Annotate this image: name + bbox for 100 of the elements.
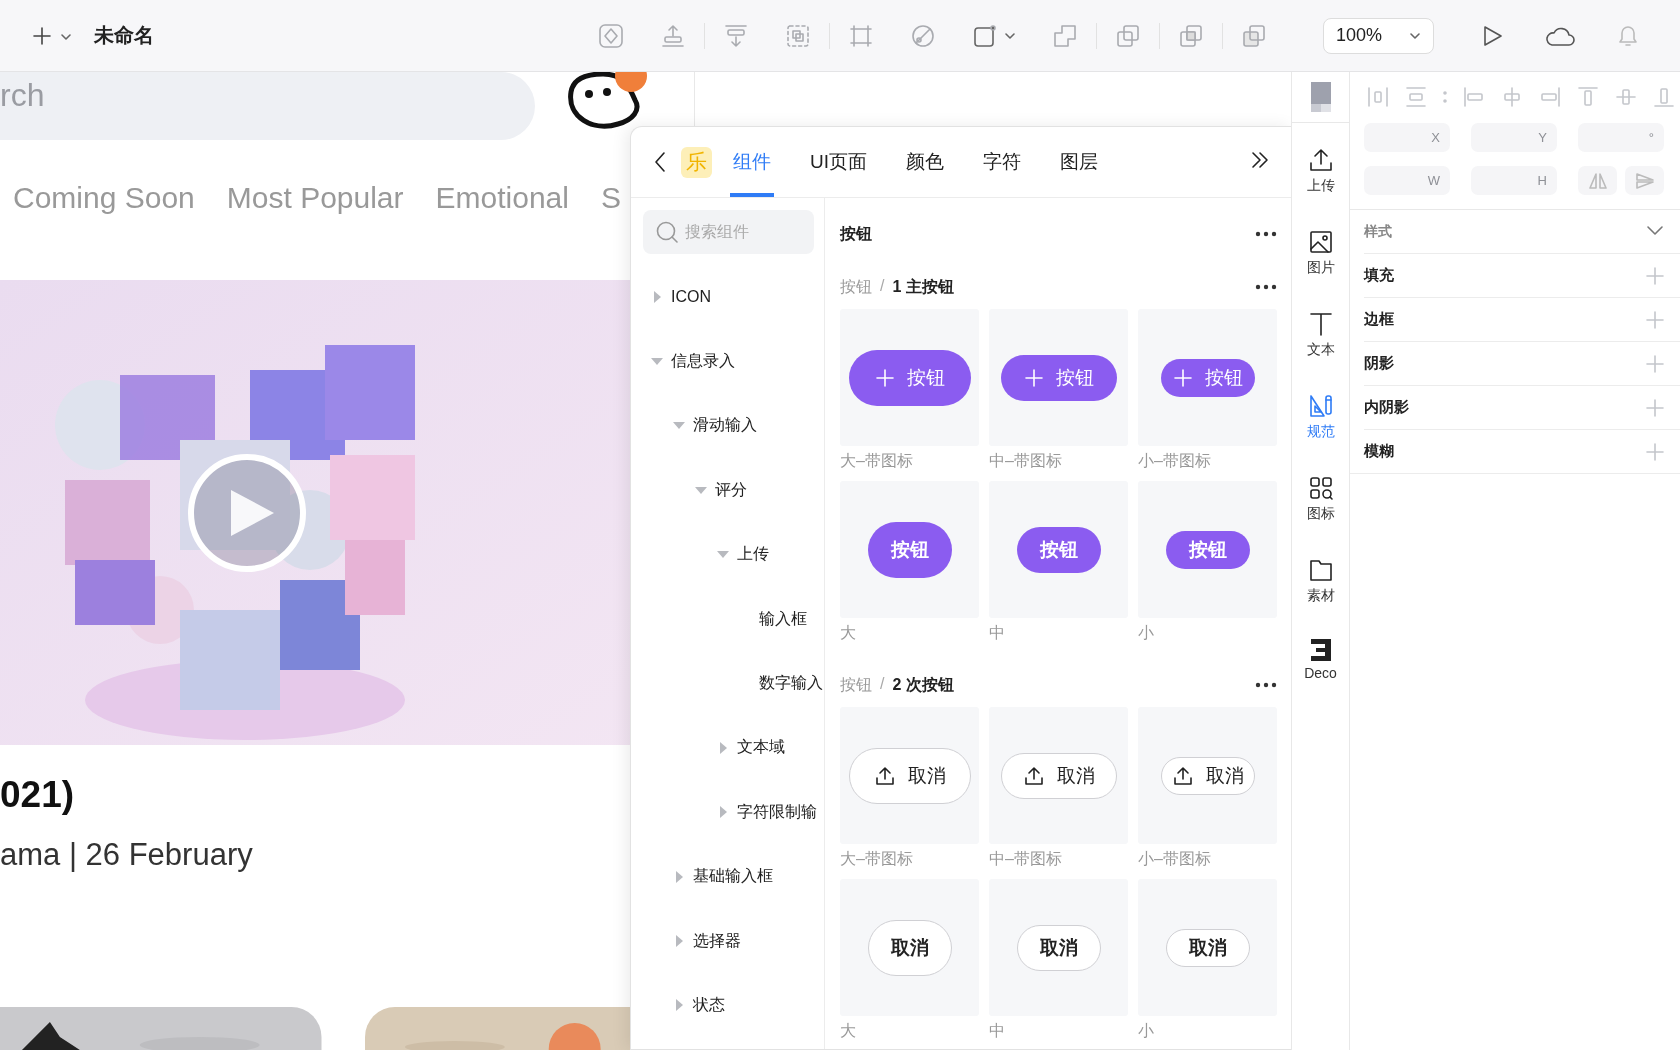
plus-icon[interactable] <box>32 25 52 46</box>
text-icon[interactable] <box>1307 311 1334 337</box>
preview-card[interactable]: 取消 <box>989 707 1128 844</box>
group-icon[interactable] <box>785 22 811 49</box>
intersect-icon[interactable] <box>1178 22 1204 49</box>
button[interactable]: 按钮 <box>1160 358 1255 397</box>
tab[interactable]: 字符 <box>980 127 1024 197</box>
more-icon[interactable] <box>1255 284 1277 290</box>
collapsed-arrow-icon[interactable] <box>718 805 728 820</box>
flip-button[interactable] <box>1578 166 1617 195</box>
ruler-pencil-icon[interactable] <box>1307 393 1334 419</box>
tree-item[interactable]: 滑动输入 <box>693 415 757 437</box>
subtract-icon[interactable] <box>1115 22 1141 49</box>
union-icon[interactable] <box>1052 22 1078 49</box>
expanded-arrow-icon[interactable] <box>650 357 664 367</box>
preview-card[interactable]: 按钮 <box>1138 481 1277 618</box>
tree-item[interactable]: 信息录入 <box>671 351 735 373</box>
tree-item[interactable]: 输入框 <box>759 608 807 630</box>
align-top-icon[interactable] <box>1576 85 1600 109</box>
image-icon[interactable] <box>1307 229 1334 255</box>
caret-icon[interactable] <box>1004 31 1016 40</box>
back-icon[interactable] <box>653 151 667 173</box>
exclude-icon[interactable] <box>1241 22 1267 49</box>
caret-icon[interactable] <box>60 32 72 41</box>
collapsed-arrow-icon[interactable] <box>652 290 662 305</box>
tab[interactable]: 组件 <box>730 127 774 197</box>
align-bottom-icon[interactable] <box>1652 85 1676 109</box>
tree-item[interactable]: 数字输入 <box>759 673 823 695</box>
sidebar-label[interactable]: 图片 <box>1306 259 1335 277</box>
sidebar-label[interactable]: Deco <box>1304 665 1337 681</box>
zoom-select[interactable]: 100% <box>1323 17 1434 54</box>
preview-card[interactable]: 按钮 <box>989 481 1128 618</box>
upload-icon[interactable] <box>1307 147 1334 173</box>
distribute-vertical-icon[interactable] <box>1404 85 1428 109</box>
preview-card[interactable]: 取消 <box>1138 707 1277 844</box>
preview-card[interactable]: 按钮 <box>840 481 979 618</box>
chevron-down-icon[interactable] <box>1646 224 1664 237</box>
tree-item[interactable]: 上传 <box>737 544 769 566</box>
more-icon[interactable] <box>1255 682 1277 688</box>
deco-logo-icon[interactable] <box>1310 639 1331 661</box>
tree-item[interactable]: 选择器 <box>693 930 741 952</box>
preview-card[interactable]: 按钮 <box>989 309 1128 446</box>
preview-card[interactable]: 取消 <box>840 879 979 1016</box>
sidebar-label[interactable]: 上传 <box>1306 177 1335 195</box>
add-icon[interactable] <box>1646 398 1664 417</box>
tree-item[interactable]: 基础输入框 <box>693 866 773 888</box>
button[interactable]: 取消 <box>1165 928 1250 967</box>
button[interactable]: 按钮 <box>867 521 952 578</box>
sidebar-label[interactable]: 文本 <box>1306 341 1335 359</box>
collapsed-arrow-icon[interactable] <box>674 934 684 949</box>
button[interactable]: 取消 <box>867 919 952 976</box>
collapsed-arrow-icon[interactable] <box>674 998 684 1013</box>
more-icon[interactable] <box>1255 231 1277 237</box>
slashed-circle-icon[interactable] <box>910 22 936 49</box>
tree-item[interactable]: ICON <box>671 288 711 307</box>
button[interactable]: 取消 <box>1160 756 1255 795</box>
distribute-horizontal-icon[interactable] <box>1366 85 1390 109</box>
tree-item[interactable]: 评分 <box>715 479 747 501</box>
thumbnail-icon[interactable] <box>1310 82 1331 112</box>
grid-icon[interactable] <box>1307 475 1334 501</box>
tree-item[interactable]: 字符限制输 <box>737 801 817 823</box>
button[interactable]: 取消 <box>1016 924 1101 971</box>
preview-card[interactable]: 按钮 <box>1138 309 1277 446</box>
sidebar-label[interactable]: 素材 <box>1306 587 1335 605</box>
preview-card[interactable]: 取消 <box>1138 879 1277 1016</box>
button[interactable]: 取消 <box>848 747 971 804</box>
tab[interactable]: 颜色 <box>903 127 947 197</box>
flip-button[interactable] <box>1625 166 1664 195</box>
add-icon[interactable] <box>1646 442 1664 461</box>
sidebar-label[interactable]: 规范 <box>1306 423 1335 441</box>
align-left-icon[interactable] <box>1462 85 1486 109</box>
preview-card[interactable]: 按钮 <box>840 309 979 446</box>
expanded-arrow-icon[interactable] <box>716 550 730 560</box>
tab[interactable]: UI页面 <box>807 127 870 197</box>
folder-icon[interactable] <box>1307 557 1334 583</box>
align-right-icon[interactable] <box>1538 85 1562 109</box>
align-top-stack-icon[interactable] <box>723 22 749 49</box>
collapsed-arrow-icon[interactable] <box>674 869 684 884</box>
preview-card[interactable]: 取消 <box>989 879 1128 1016</box>
expanded-arrow-icon[interactable] <box>672 421 686 431</box>
collapsed-arrow-icon[interactable] <box>718 740 728 755</box>
button[interactable]: 取消 <box>1000 752 1117 799</box>
add-icon[interactable] <box>1646 354 1664 373</box>
button[interactable]: 按钮 <box>848 349 971 406</box>
frame-icon[interactable] <box>848 22 874 49</box>
add-icon[interactable] <box>1646 266 1664 285</box>
expanded-arrow-icon[interactable] <box>694 485 708 495</box>
double-chevron-icon[interactable] <box>1250 150 1270 170</box>
button[interactable]: 按钮 <box>1016 526 1101 573</box>
button[interactable]: 按钮 <box>1000 354 1117 401</box>
caret-icon[interactable] <box>1409 31 1421 40</box>
align-bottom-stack-icon[interactable] <box>660 22 686 49</box>
tree-item[interactable]: 状态 <box>693 995 725 1016</box>
sidebar-label[interactable]: 图标 <box>1306 505 1335 523</box>
button[interactable]: 按钮 <box>1165 530 1250 569</box>
square-icon[interactable] <box>972 22 998 49</box>
preview-card[interactable]: 取消 <box>840 707 979 844</box>
add-icon[interactable] <box>1646 310 1664 329</box>
tree-item[interactable]: 文本域 <box>737 737 785 759</box>
tab[interactable]: 图层 <box>1057 127 1101 197</box>
